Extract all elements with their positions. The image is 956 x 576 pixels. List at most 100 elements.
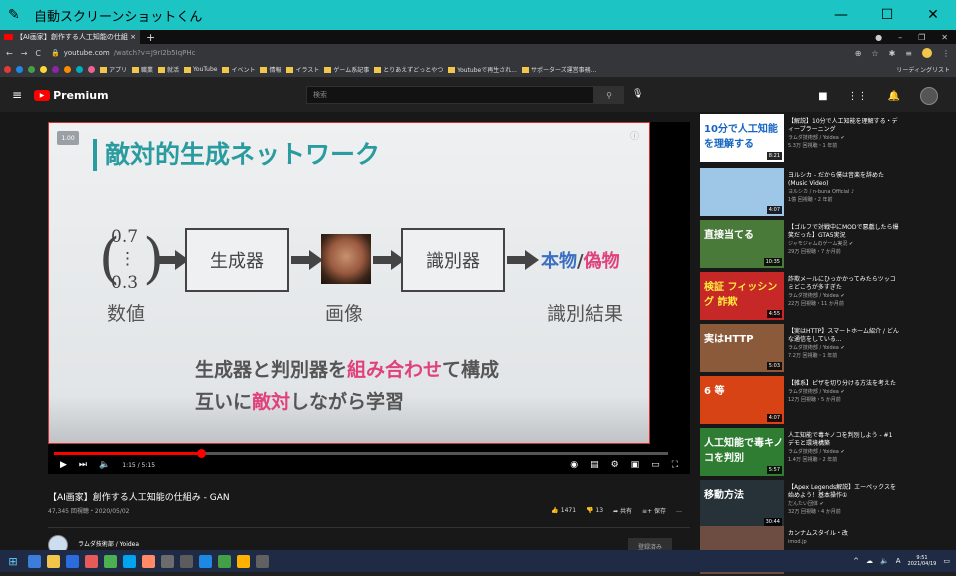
taskbar-app-icon[interactable]: [142, 554, 155, 568]
volume-icon[interactable]: 🔈: [99, 460, 110, 470]
related-video-title[interactable]: 【実はHTTP】スマートホーム紹介 / どんな通信をしている...: [788, 328, 900, 344]
progress-bar[interactable]: [54, 449, 668, 458]
bookmark-item[interactable]: YouTube: [184, 66, 217, 73]
youtube-premium-logo[interactable]: ▶ Premium: [34, 89, 109, 102]
clock[interactable]: 9:51 2021/04/19: [908, 555, 937, 567]
dislike-button[interactable]: 👎 13: [586, 507, 603, 514]
related-video-item[interactable]: 検証 フィッシング 詐欺 4:55 詐欺メールにひっかかってみたらツッコミどころが多…: [700, 272, 950, 322]
bookmark-item[interactable]: ゲーム系記事: [324, 65, 369, 74]
apps-grid-icon[interactable]: ⋮⋮: [848, 91, 868, 102]
bookmark-favicon-icon[interactable]: [88, 66, 95, 73]
taskbar-app-icon[interactable]: [180, 554, 193, 568]
video-thumbnail[interactable]: 移動方法 30:44: [700, 480, 784, 528]
video-thumbnail[interactable]: 実はHTTP 5:03: [700, 324, 784, 372]
more-actions-button[interactable]: …: [676, 507, 682, 514]
media-control-icon[interactable]: ≡: [905, 49, 912, 58]
taskbar-app-icon[interactable]: [85, 554, 98, 568]
related-video-item[interactable]: 直接当てる 10:35 【ゴルフで対戦中にMODで悪戯したら爆笑だった】GTA5実況…: [700, 220, 950, 270]
translate-icon[interactable]: ⊕: [855, 49, 862, 58]
taskbar-app-icon[interactable]: [218, 554, 231, 568]
taskbar-app-icon[interactable]: [123, 554, 136, 568]
bookmark-item[interactable]: Youtubeで再生され...: [448, 65, 517, 74]
bookmark-favicon-icon[interactable]: [52, 66, 59, 73]
maximize-button[interactable]: ☐: [864, 0, 910, 30]
next-icon[interactable]: ⏭: [79, 460, 87, 470]
related-video-title[interactable]: 【解説】10分で人工知能を理解する・ディープラーニング: [788, 118, 900, 134]
taskbar-app-icon[interactable]: [237, 554, 250, 568]
chrome-restore-icon[interactable]: ❐: [918, 33, 925, 42]
related-video-item[interactable]: 実はHTTP 5:03 【実はHTTP】スマートホーム紹介 / どんな通信をしている…: [700, 324, 950, 374]
autoplay-toggle-icon[interactable]: ◉: [570, 460, 578, 470]
bookmark-favicon-icon[interactable]: [16, 66, 23, 73]
theater-mode-icon[interactable]: ▭: [651, 460, 660, 470]
related-video-item[interactable]: 4:07 ヨルシカ - だから僕は音楽を辞めた (Music Video) ヨルシカ…: [700, 168, 950, 218]
fullscreen-icon[interactable]: ⛶: [672, 460, 678, 470]
video-thumbnail[interactable]: 4:07: [700, 168, 784, 216]
bookmark-item[interactable]: サポーターズ運営事務...: [521, 65, 596, 74]
related-video-title[interactable]: ヨルシカ - だから僕は音楽を辞めた (Music Video): [788, 172, 900, 188]
bookmark-item[interactable]: 就活: [158, 65, 179, 74]
ime-indicator[interactable]: A: [896, 557, 901, 565]
info-icon[interactable]: ⓘ: [630, 129, 639, 142]
bookmark-favicon-icon[interactable]: [40, 66, 47, 73]
network-icon[interactable]: ☁: [866, 557, 873, 565]
related-video-title[interactable]: カンナムスタイル・改: [788, 530, 900, 538]
notifications-icon[interactable]: ▭: [943, 557, 950, 565]
extensions-icon[interactable]: ✱: [889, 49, 896, 58]
taskbar-app-icon[interactable]: [256, 554, 269, 568]
bookmark-item[interactable]: イラスト: [286, 65, 319, 74]
close-button[interactable]: ✕: [910, 0, 956, 30]
taskbar-app-icon[interactable]: [104, 554, 117, 568]
notifications-bell-icon[interactable]: 🔔: [888, 91, 900, 102]
bookmark-favicon-icon[interactable]: [64, 66, 71, 73]
profile-avatar[interactable]: [922, 48, 932, 58]
back-icon[interactable]: ←: [6, 49, 13, 58]
bookmark-item[interactable]: 職業: [132, 65, 153, 74]
video-thumbnail[interactable]: 6 等 4:07: [700, 376, 784, 424]
minimize-button[interactable]: —: [818, 0, 864, 30]
speaker-icon[interactable]: 🔈: [880, 557, 889, 565]
forward-icon[interactable]: →: [21, 49, 28, 58]
chrome-profile-icon[interactable]: ●: [875, 33, 882, 42]
taskbar-app-icon[interactable]: [161, 554, 174, 568]
taskbar-app-icon[interactable]: [28, 554, 41, 568]
browser-tab[interactable]: 【AI画家】創作する人工知能の仕組 ×: [0, 30, 140, 44]
related-video-item[interactable]: 10分で人工知能を理解する 8:21 【解説】10分で人工知能を理解する・ディープラ…: [700, 114, 950, 164]
bookmark-item[interactable]: アプリ: [100, 65, 127, 74]
taskbar-app-icon[interactable]: [66, 554, 79, 568]
new-tab-button[interactable]: +: [146, 31, 155, 44]
reload-icon[interactable]: C: [35, 49, 41, 58]
tray-chevron-icon[interactable]: ^: [853, 557, 859, 565]
video-thumbnail[interactable]: 検証 フィッシング 詐欺 4:55: [700, 272, 784, 320]
video-thumbnail[interactable]: 10分で人工知能を理解する 8:21: [700, 114, 784, 162]
taskbar-app-icon[interactable]: [47, 554, 60, 568]
url-field[interactable]: 🔒 youtube.com/watch?v=J9rI2b5IqPHc: [51, 49, 195, 57]
windows-start-icon[interactable]: ⊞: [2, 555, 24, 568]
bookmark-item[interactable]: イベント: [222, 65, 255, 74]
save-button[interactable]: ≡+ 保存: [642, 506, 666, 515]
miniplayer-icon[interactable]: ▣: [631, 460, 640, 470]
related-video-item[interactable]: 6 等 4:07 【雑系】ピザを切り分ける方法を考えた ラムダ技術部 / Yoidea…: [700, 376, 950, 426]
video-player[interactable]: 1.00 敵対的生成ネットワーク ⓘ ( 0.7 ⋮ 0.3 ) 生成器 識別器…: [48, 122, 690, 474]
related-video-title[interactable]: 人工知能で毒キノコを判別しよう - #1 デモと環境構築: [788, 432, 900, 448]
bookmark-favicon-icon[interactable]: [28, 66, 35, 73]
bookmark-favicon-icon[interactable]: [76, 66, 83, 73]
video-thumbnail[interactable]: 直接当てる 10:35: [700, 220, 784, 268]
like-button[interactable]: 👍 1471: [551, 507, 576, 514]
progress-scrubber[interactable]: [197, 449, 207, 458]
hamburger-menu-icon[interactable]: ≡: [12, 88, 22, 102]
channel-name[interactable]: ラムダ技術部 / Yoidea: [78, 539, 139, 548]
taskbar-app-icon[interactable]: [199, 554, 212, 568]
video-thumbnail[interactable]: 人工知能で毒キノコを判別 5:57: [700, 428, 784, 476]
bookmark-item[interactable]: とりあえずどっとやつ: [374, 65, 443, 74]
chrome-minimize-icon[interactable]: –: [898, 33, 902, 42]
related-video-title[interactable]: 【ゴルフで対戦中にMODで悪戯したら爆笑だった】GTA5実況: [788, 224, 900, 240]
share-button[interactable]: ➦ 共有: [613, 506, 632, 515]
create-video-icon[interactable]: ■: [818, 91, 827, 102]
search-button[interactable]: ⚲: [594, 86, 624, 104]
related-video-item[interactable]: 移動方法 30:44 【Apex Legends解説】エーペックスを始めよう！基本操…: [700, 480, 950, 530]
related-video-title[interactable]: 詐欺メールにひっかかってみたらツッコミどころが多すぎた: [788, 276, 900, 292]
settings-gear-icon[interactable]: ⚙: [611, 460, 619, 470]
related-video-item[interactable]: 人工知能で毒キノコを判別 5:57 人工知能で毒キノコを判別しよう - #1 デモと…: [700, 428, 950, 478]
reading-list-button[interactable]: リーディングリスト: [896, 65, 956, 74]
